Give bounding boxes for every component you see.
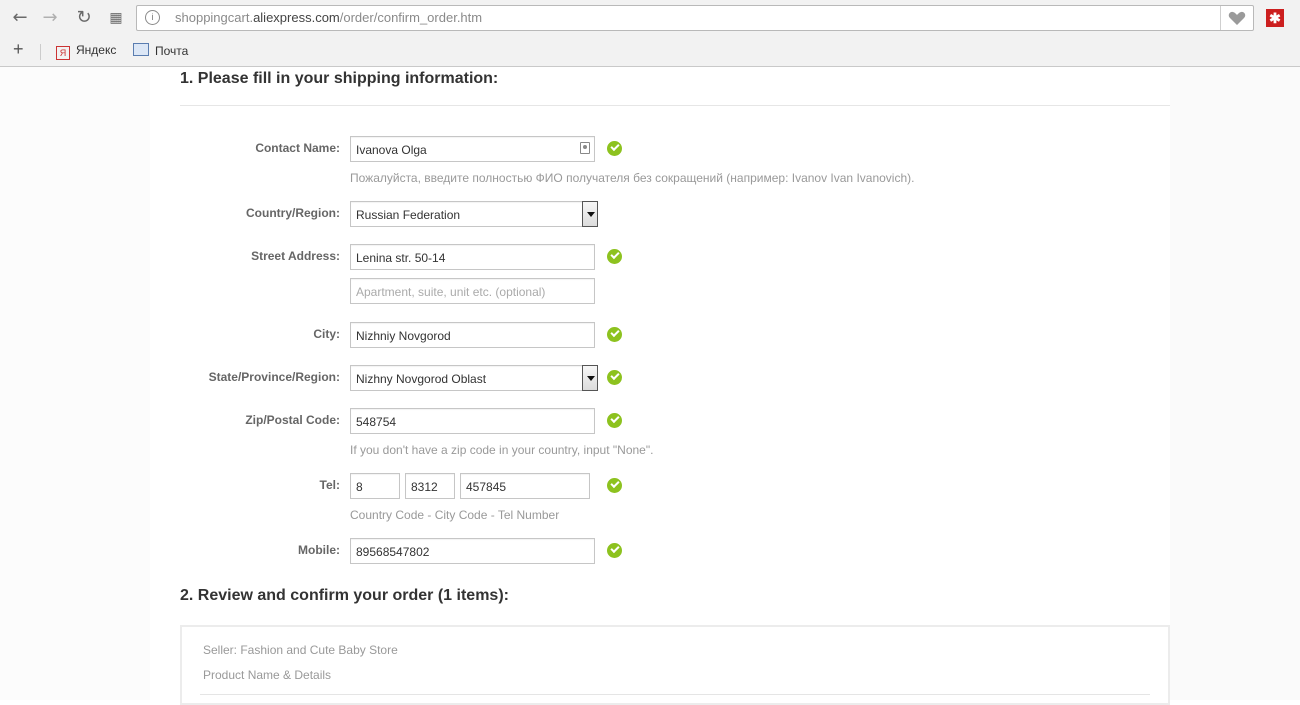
forward-icon[interactable]: → [40,8,60,28]
mail-icon [133,43,149,56]
mobile-input[interactable]: 89568547802 [350,538,595,564]
yandex-icon: Я [56,46,70,60]
valid-check-icon [607,249,622,264]
valid-check-icon [607,141,622,156]
country-label: Country/Region: [246,206,340,220]
chevron-down-icon[interactable] [582,201,598,227]
tel-hint: Country Code - City Code - Tel Number [350,508,560,522]
favorite-button[interactable] [1220,6,1253,30]
section-divider [180,105,1170,106]
bookmark-label: Яндекс [76,43,117,57]
order-summary-box [180,625,1170,705]
valid-check-icon [607,370,622,385]
chevron-down-icon[interactable] [582,365,598,391]
contact-name-label: Contact Name: [255,141,340,155]
bookmark-yandex[interactable]: Я Яндекс [56,43,116,60]
review-section-title: 2. Review and confirm your order (1 item… [180,587,509,604]
bookmarks-bar: + Я Яндекс Почта [0,36,1300,67]
contact-card-icon[interactable] [580,142,590,154]
state-label: State/Province/Region: [208,370,340,384]
street-address-input[interactable]: Lenina str. 50-14 [350,244,595,270]
page-info-icon[interactable]: i [145,10,160,25]
seller-name[interactable]: Seller: Fashion and Cute Baby Store [203,643,398,657]
tel-city-code-input[interactable]: 8312 [405,473,455,499]
url-path: /order/confirm_order.htm [339,10,483,25]
country-value: Russian Federation [356,208,461,222]
extension-icon[interactable]: ✱ [1266,9,1284,27]
state-value: Nizhny Novgorod Oblast [356,372,487,386]
address-bar[interactable]: i shoppingcart.aliexpress.com/order/conf… [136,5,1254,31]
reload-icon[interactable]: ↻ [74,8,94,28]
city-label: City: [313,327,340,341]
mobile-label: Mobile: [298,543,340,557]
state-select[interactable]: Nizhny Novgorod Oblast [350,365,598,391]
page-gutter-right [1170,67,1300,700]
tel-label: Tel: [319,478,340,492]
country-select[interactable]: Russian Federation [350,201,598,227]
tel-number-input[interactable]: 457845 [460,473,590,499]
browser-toolbar: ← → ↻ ▦ i shoppingcart.aliexpress.com/or… [0,0,1300,36]
url-domain: aliexpress.com [253,10,340,25]
url-prefix: shoppingcart. [175,10,254,25]
valid-check-icon [607,327,622,342]
url-text[interactable]: shoppingcart.aliexpress.com/order/confir… [175,10,482,25]
product-details-header: Product Name & Details [203,668,332,682]
add-bookmark-icon[interactable]: + [13,39,24,60]
city-input[interactable]: Nizhniy Novgorod [350,322,595,348]
valid-check-icon [607,478,622,493]
shipping-section-title: 1. Please fill in your shipping informat… [180,70,499,87]
street-address-label: Street Address: [251,249,340,263]
contact-name-hint: Пожалуйста, введите полностью ФИО получа… [350,171,915,185]
page-gutter-left [0,67,150,700]
street-address-2-input[interactable]: Apartment, suite, unit etc. (optional) [350,278,595,304]
bookmark-label: Почта [155,44,189,58]
zip-label: Zip/Postal Code: [245,413,340,427]
tel-country-code-input[interactable]: 8 [350,473,400,499]
zip-input[interactable]: 548754 [350,408,595,434]
bookmark-mail[interactable]: Почта [133,43,188,58]
valid-check-icon [607,413,622,428]
valid-check-icon [607,543,622,558]
contact-name-input[interactable]: Ivanova Olga [350,136,595,162]
bookmark-separator [40,44,41,60]
heart-icon [1228,11,1246,25]
contact-name-value: Ivanova Olga [356,143,427,157]
order-divider [200,694,1150,695]
back-icon[interactable]: ← [10,8,30,28]
apps-grid-icon[interactable]: ▦ [106,8,126,28]
zip-hint: If you don't have a zip code in your cou… [350,443,654,457]
